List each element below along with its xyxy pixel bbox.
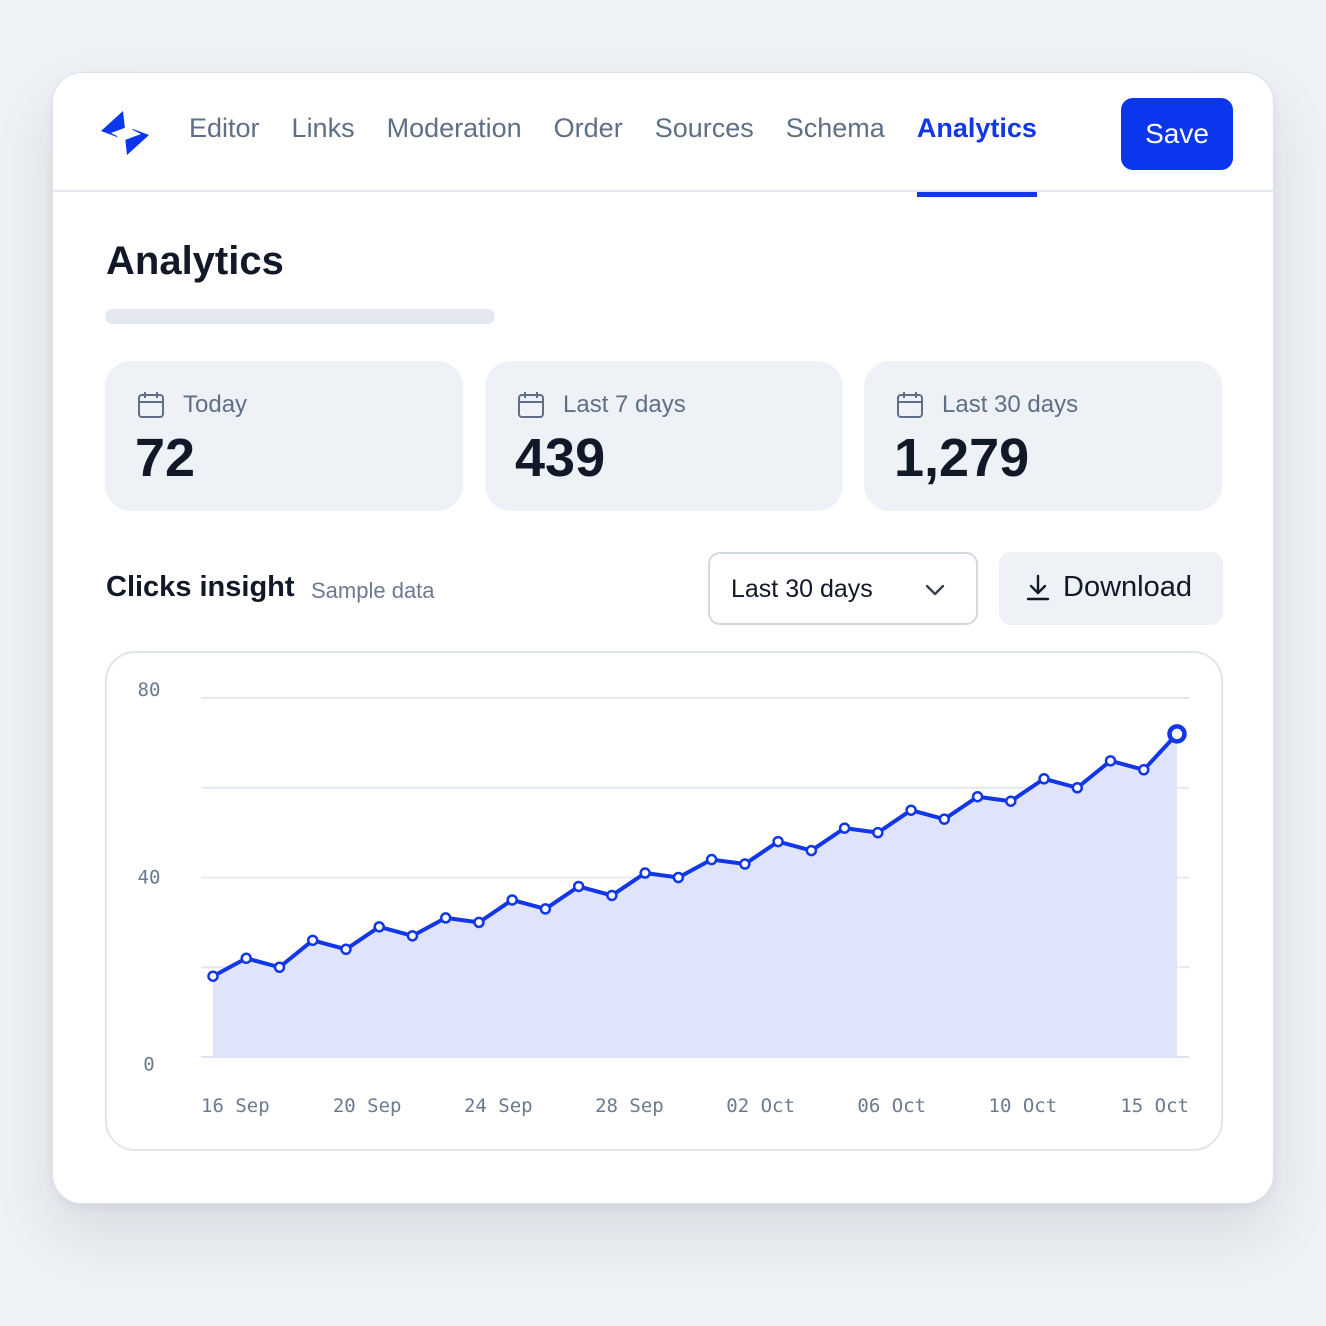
y-tick-label: 40 bbox=[138, 867, 161, 889]
tab-sources[interactable]: Sources bbox=[655, 73, 754, 192]
y-tick-label: 80 bbox=[138, 679, 161, 701]
data-point bbox=[938, 813, 951, 825]
download-icon bbox=[1026, 574, 1050, 601]
title-divider bbox=[105, 309, 495, 324]
chevron-down-icon bbox=[925, 584, 945, 596]
insight-subtitle: Sample data bbox=[311, 578, 435, 603]
tab-schema[interactable]: Schema bbox=[786, 73, 885, 192]
data-point bbox=[273, 961, 286, 973]
data-point bbox=[340, 943, 352, 956]
clicks-chart-svg: 0 40 80 16 Sep 20 Sep 24 Sep 28 Sep 02 Oct 06 Oc… bbox=[138, 679, 1189, 1117]
data-point bbox=[838, 822, 851, 834]
data-point bbox=[240, 952, 252, 965]
stat-card-today: Today 72 bbox=[105, 361, 463, 511]
stat-label: Last 7 days bbox=[563, 391, 686, 418]
x-tick-label: 20 Sep bbox=[333, 1095, 402, 1117]
data-point bbox=[772, 835, 784, 848]
calendar-icon bbox=[518, 392, 544, 418]
tab-order[interactable]: Order bbox=[554, 73, 623, 192]
brand-logo-icon[interactable] bbox=[97, 107, 153, 159]
x-tick-label: 16 Sep bbox=[201, 1095, 270, 1117]
y-tick-label: 0 bbox=[143, 1054, 154, 1076]
tab-editor[interactable]: Editor bbox=[189, 73, 260, 192]
tab-moderation[interactable]: Moderation bbox=[387, 73, 522, 192]
range-select-value: Last 30 days bbox=[731, 575, 873, 603]
data-point bbox=[506, 894, 518, 906]
stat-card-last-30-days: Last 30 days 1,279 bbox=[864, 361, 1222, 511]
insight-title: Clicks insight bbox=[106, 571, 295, 603]
save-button[interactable]: Save bbox=[1121, 98, 1233, 170]
clicks-chart: 0 40 80 16 Sep 20 Sep 24 Sep 28 Sep 02 Oct 06 Oc… bbox=[105, 651, 1223, 1151]
data-point bbox=[971, 790, 984, 803]
stat-card-last-7-days: Last 7 days 439 bbox=[485, 361, 843, 511]
page-title: Analytics bbox=[106, 239, 284, 283]
data-point bbox=[672, 871, 685, 884]
data-point bbox=[639, 867, 651, 879]
data-point bbox=[373, 921, 385, 933]
data-point bbox=[905, 804, 917, 816]
tab-analytics[interactable]: Analytics bbox=[916, 73, 1037, 197]
data-point bbox=[539, 903, 552, 915]
x-tick-label: 24 Sep bbox=[464, 1095, 533, 1117]
data-point bbox=[473, 916, 485, 929]
data-point bbox=[1104, 755, 1117, 767]
calendar-icon bbox=[138, 392, 164, 418]
top-nav: Editor Links Moderation Order Sources Schema A… bbox=[53, 73, 1273, 197]
data-point bbox=[1071, 782, 1084, 794]
download-label: Download bbox=[1063, 571, 1192, 603]
data-point bbox=[872, 826, 884, 839]
analytics-card: Editor Links Moderation Order Sources Schema A… bbox=[52, 72, 1274, 1204]
data-point bbox=[306, 934, 319, 947]
stat-value: 439 bbox=[515, 428, 606, 488]
data-point bbox=[739, 858, 751, 870]
x-tick-label: 28 Sep bbox=[595, 1095, 664, 1117]
range-select[interactable]: Last 30 days bbox=[708, 552, 978, 625]
data-point bbox=[572, 880, 585, 893]
data-point bbox=[1005, 795, 1017, 807]
area-fill bbox=[213, 733, 1177, 1057]
data-point bbox=[606, 889, 618, 902]
x-tick-label: 15 Oct bbox=[1120, 1095, 1189, 1117]
stat-value: 1,279 bbox=[894, 428, 1030, 488]
data-point bbox=[406, 930, 419, 942]
data-point bbox=[1138, 764, 1150, 776]
data-point bbox=[1038, 773, 1050, 785]
calendar-icon bbox=[897, 392, 923, 418]
stat-label: Today bbox=[183, 391, 248, 418]
x-tick-label: 10 Oct bbox=[989, 1095, 1058, 1117]
data-point bbox=[705, 853, 718, 866]
x-tick-label: 02 Oct bbox=[726, 1095, 795, 1117]
data-point bbox=[1167, 724, 1187, 744]
data-point bbox=[439, 912, 452, 924]
data-point bbox=[805, 844, 818, 857]
data-point bbox=[207, 970, 219, 982]
nav-tabs: Editor Links Moderation Order Sources Schema A… bbox=[189, 73, 1069, 197]
stat-value: 72 bbox=[135, 428, 196, 488]
download-button[interactable]: Download bbox=[999, 552, 1223, 625]
stat-label: Last 30 days bbox=[942, 391, 1079, 418]
tab-links[interactable]: Links bbox=[292, 73, 355, 192]
x-tick-label: 06 Oct bbox=[857, 1095, 926, 1117]
